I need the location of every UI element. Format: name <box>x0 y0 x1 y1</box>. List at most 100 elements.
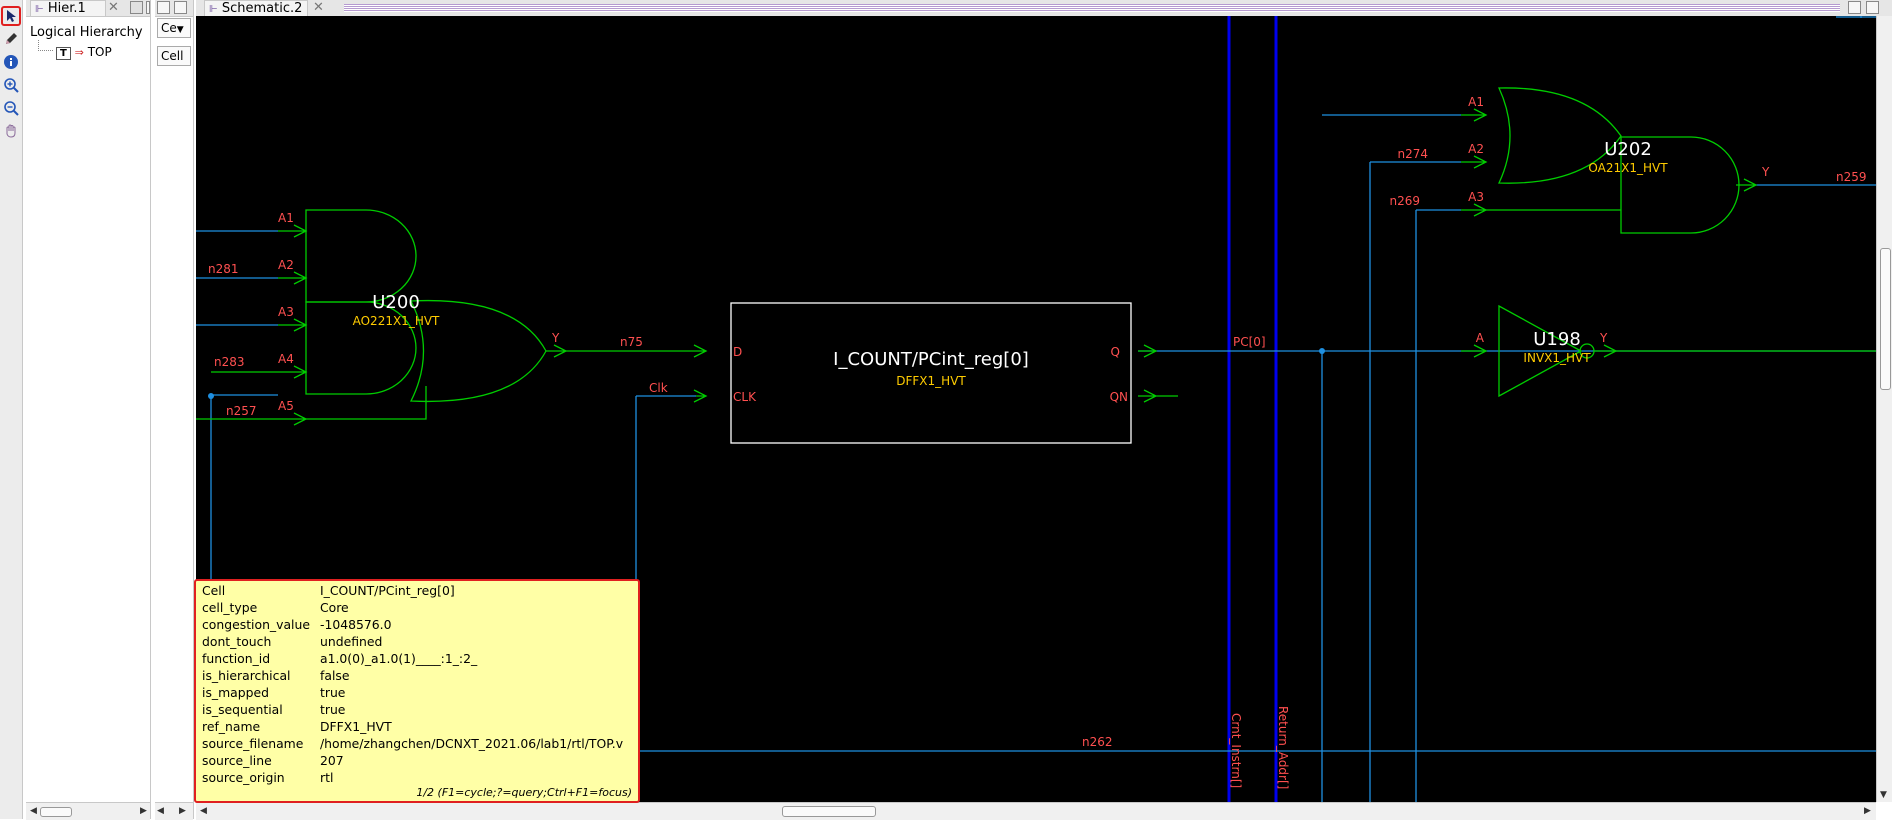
net-label: n281 <box>208 262 239 276</box>
property-row: source_line 207 <box>202 753 344 768</box>
pin-label: Y <box>1599 331 1608 345</box>
info-icon[interactable] <box>2 53 20 71</box>
net-label: n269 <box>1389 194 1420 208</box>
property-row: ref_name DFFX1_HVT <box>202 719 392 734</box>
hierarchy-title: Logical Hierarchy <box>30 25 143 40</box>
pin-label: A <box>1476 331 1485 345</box>
scroll-left-icon[interactable]: ◀ <box>157 806 164 816</box>
tool-palette <box>0 0 23 819</box>
scroll-down-icon[interactable]: ▼ <box>1880 790 1887 800</box>
scroll-right-icon[interactable]: ▶ <box>1864 806 1871 816</box>
property-tooltip: Cell I_COUNT/PCint_reg[0] cell_type Core c… <box>194 579 640 803</box>
close-tab-icon[interactable]: ✕ <box>313 0 324 16</box>
cell-name: U202 <box>1604 139 1652 160</box>
scroll-left-icon[interactable]: ◀ <box>200 806 207 816</box>
pin-label: A2 <box>278 258 294 272</box>
cell-name: I_COUNT/PCint_reg[0] <box>833 349 1029 370</box>
pin-label: Q <box>1111 345 1120 359</box>
hier-hscroll[interactable]: ◀ ▶ <box>26 802 150 820</box>
dock-icon[interactable] <box>174 1 187 14</box>
scroll-left-icon[interactable]: ◀ <box>30 806 37 816</box>
schematic-hscroll[interactable]: ◀ ▶ <box>196 802 1876 820</box>
property-row: is_hierarchical false <box>202 668 350 683</box>
scroll-thumb[interactable] <box>40 807 72 817</box>
scroll-thumb[interactable] <box>782 806 876 817</box>
property-row: cell_type Core <box>202 600 349 615</box>
cell-dff[interactable] <box>730 302 1132 444</box>
pin-label: CLK <box>733 390 757 404</box>
chevron-down-icon: ▼ <box>176 25 184 35</box>
net-label: n283 <box>214 355 245 369</box>
float-panel-icon[interactable] <box>1848 1 1861 14</box>
schematic-tab-bar: ⊩ Schematic.2 ✕ <box>196 0 1892 16</box>
scroll-right-icon[interactable]: ▶ <box>140 806 147 816</box>
close-tab-icon[interactable]: ✕ <box>108 0 119 16</box>
pin-label: Y <box>551 331 560 345</box>
property-row: source_origin rtl <box>202 770 334 785</box>
property-row: is_sequential true <box>202 702 346 717</box>
pin-label: QN <box>1110 390 1128 404</box>
tooltip-footer: 1/2 (F1=cycle;?=query;Ctrl+F1=focus) <box>416 786 632 799</box>
pin-label: A3 <box>278 305 294 319</box>
cell-field[interactable]: Cell <box>157 46 191 66</box>
type-dropdown[interactable]: Ce▼ <box>157 18 191 38</box>
hierarchy-icon: ⊩ <box>35 4 44 15</box>
pin-label: Y <box>1761 165 1770 179</box>
arrow-icon: ⇒ <box>74 46 84 59</box>
float-icon[interactable] <box>157 1 170 14</box>
hierarchy-panel: ⊩ Hier.1 ✕ Logical Hierarchy T ⇒ TOP ◀ ▶ <box>26 0 151 820</box>
tree-item-top[interactable]: T ⇒ TOP <box>56 45 112 60</box>
net-label: Return_Addr[] <box>1276 706 1290 789</box>
property-row: is_mapped true <box>202 685 346 700</box>
net-label: n274 <box>1397 147 1428 161</box>
scroll-thumb[interactable] <box>1880 248 1891 390</box>
net-label: n257 <box>226 404 257 418</box>
pin-label: A3 <box>1468 190 1484 204</box>
scroll-right-icon[interactable]: ▶ <box>179 806 186 816</box>
top-badge-icon: T <box>56 47 71 60</box>
zoom-out-icon[interactable] <box>2 99 20 117</box>
float-panel-icon[interactable] <box>146 1 150 14</box>
zoom-in-icon[interactable] <box>2 76 20 94</box>
schematic-vscroll[interactable]: ▼ <box>1876 16 1892 802</box>
tab-bar-filler <box>344 4 1840 12</box>
select-arrow-icon[interactable] <box>1 6 21 26</box>
net-label: Crnt_Instrn[] <box>1229 713 1243 788</box>
pin-label: A4 <box>278 352 294 366</box>
pin-label: A2 <box>1468 142 1484 156</box>
property-row: Cell I_COUNT/PCint_reg[0] <box>202 583 455 598</box>
cell-name: U198 <box>1533 329 1581 350</box>
net-label: Clk <box>649 381 668 395</box>
tree-item-label: TOP <box>87 45 112 59</box>
query-panel: Ce▼ Cell ◀ ▶ <box>155 0 194 820</box>
pin-label: A1 <box>1468 95 1484 109</box>
pin-label: A5 <box>278 399 294 413</box>
property-row: congestion_value -1048576.0 <box>202 617 392 632</box>
cell-type: AO221X1_HVT <box>353 314 440 328</box>
hier-tab-bar: ⊩ Hier.1 ✕ <box>26 0 150 17</box>
cell-type: OA21X1_HVT <box>1588 161 1668 175</box>
pencil-icon[interactable] <box>2 30 20 48</box>
junction-dot <box>208 393 214 399</box>
property-row: source_filename/home/zhangchen/DCNXT_202… <box>202 736 624 751</box>
tab-hier[interactable]: ⊩ Hier.1 <box>30 0 106 16</box>
junction-dot <box>1319 348 1325 354</box>
panel-menu-icon[interactable] <box>130 1 143 14</box>
cell-type: DFFX1_HVT <box>896 374 966 388</box>
mid-tab-bar <box>155 0 193 17</box>
net-label: PC[0] <box>1233 335 1266 349</box>
pin-label: A1 <box>278 211 294 225</box>
pan-hand-icon[interactable] <box>2 122 20 140</box>
cell-type: INVX1_HVT <box>1523 351 1591 365</box>
property-row: dont_touch undefined <box>202 634 383 649</box>
tab-schematic[interactable]: ⊩ Schematic.2 <box>204 0 308 16</box>
property-row: function_id a1.0(0)_a1.0(1)____:1_:2_ <box>202 651 478 666</box>
net-label: n262 <box>1082 735 1113 749</box>
mid-hscroll[interactable]: ◀ ▶ <box>155 802 193 820</box>
schematic-icon: ⊩ <box>209 4 218 15</box>
net-label: n259 <box>1836 170 1867 184</box>
tree-connector <box>38 40 53 51</box>
pin-label: D <box>733 345 742 359</box>
cell-name: U200 <box>372 292 420 313</box>
dock-panel-icon[interactable] <box>1866 1 1879 14</box>
